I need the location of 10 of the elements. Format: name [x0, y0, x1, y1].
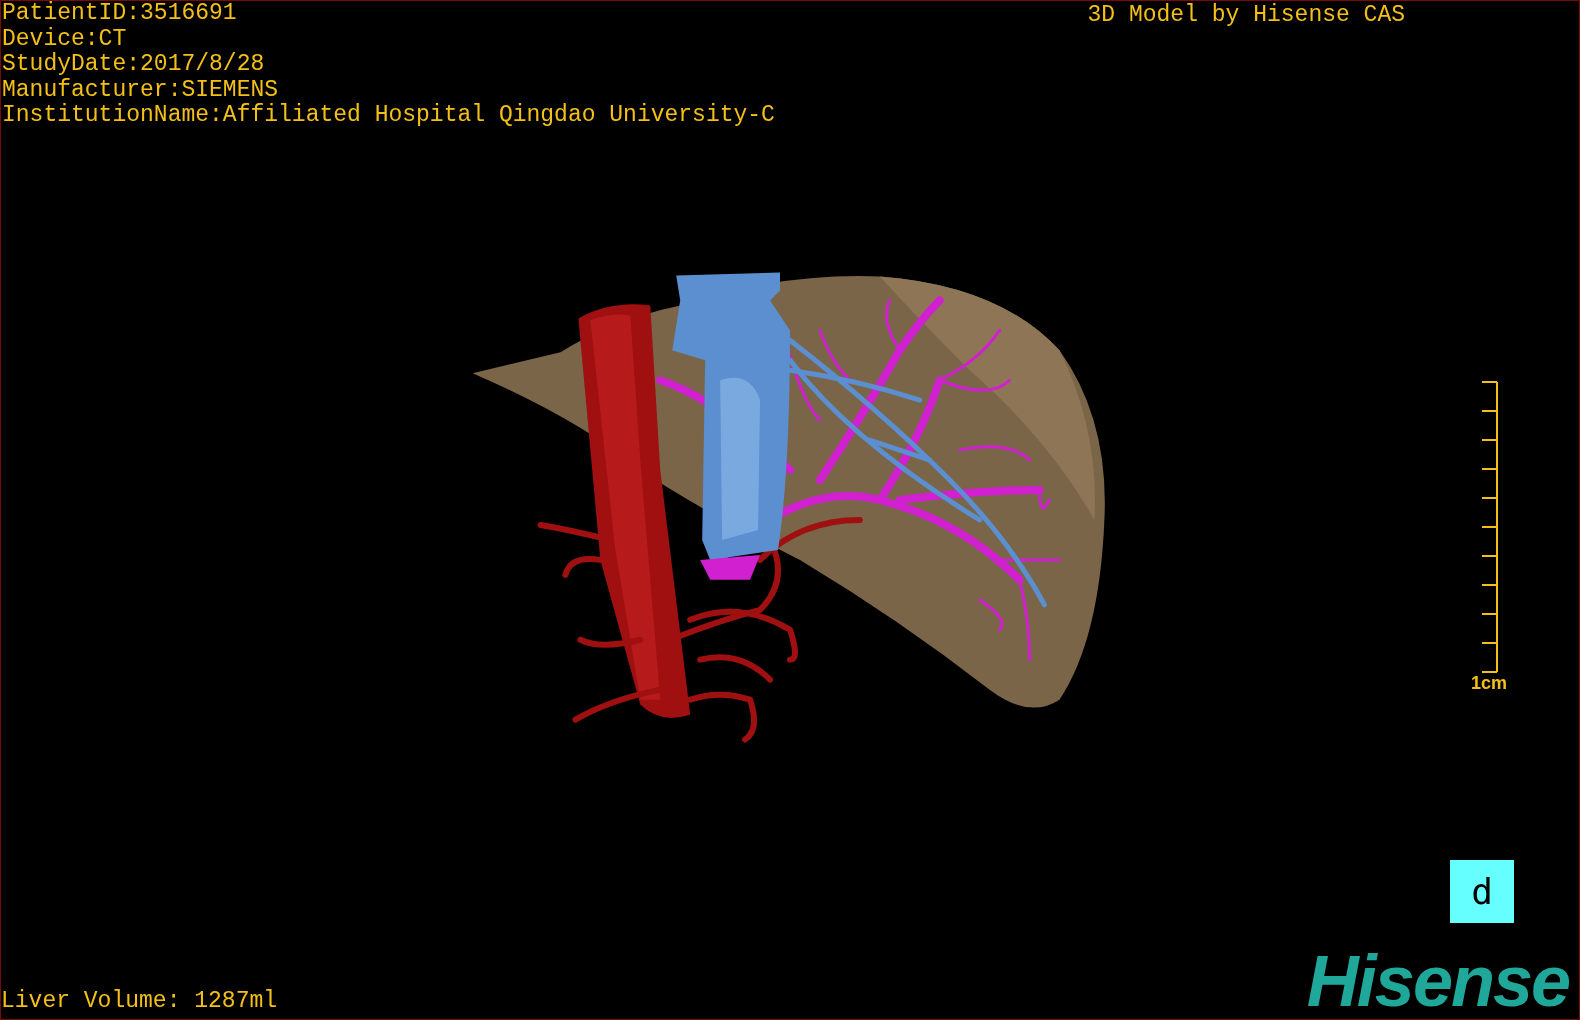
logo: Hisense: [1306, 949, 1570, 1013]
study-info-line: StudyDate:2017/8/28: [2, 52, 266, 78]
study-info-line: Manufacturer:SIEMENS: [2, 77, 280, 103]
scale-label: 1cm: [1470, 673, 1507, 693]
model-credit: 3D Model by Hisense CAS: [1087, 1, 1405, 29]
liver-volume: Liver Volume: 1287ml: [1, 987, 278, 1016]
study-info-line: InstitutionName:Affiliated Hospital Qingdao University-C: [2, 103, 775, 129]
study-info-line: PatientID:3516691: [2, 1, 238, 27]
study-info-line: Device:CT: [2, 26, 128, 52]
view-button[interactable]: d: [1450, 860, 1514, 923]
